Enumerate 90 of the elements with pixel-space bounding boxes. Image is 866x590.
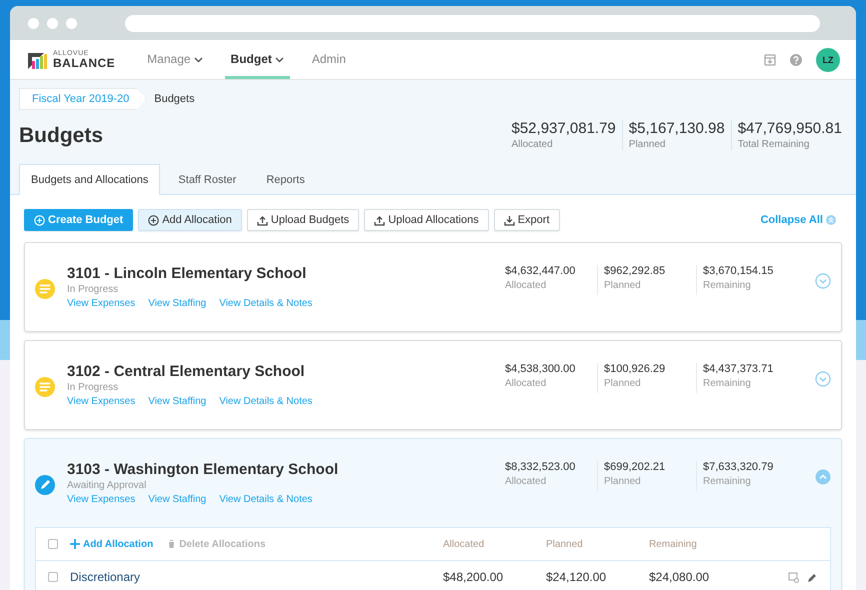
budget-status: In Progress (67, 382, 120, 393)
budget-amount-label: Allocated (505, 280, 548, 291)
add-icon (148, 214, 160, 226)
table-cell-text: $48,200.00 (443, 570, 504, 584)
toggle-button[interactable] (815, 371, 831, 387)
download-icon (504, 214, 515, 226)
total-label: Planned (628, 139, 666, 150)
collapse-all-link[interactable]: Collapse All (754, 213, 842, 227)
total-label: Allocated (512, 139, 554, 150)
address-bar[interactable] (125, 14, 820, 32)
collapse-icon (826, 215, 836, 225)
breadcrumb-current: Budgets (154, 93, 195, 105)
total-label: Total Remaining (738, 139, 810, 150)
total-amount: $47,769,950.81 (738, 120, 842, 137)
archive-icon (764, 54, 776, 66)
budget-amount: $8,332,523.00 (505, 461, 576, 473)
budget-amount-label: Planned (604, 476, 642, 487)
tab[interactable]: Staff Roster (166, 164, 248, 195)
row-checkbox[interactable] (48, 572, 58, 582)
status-icon (35, 279, 55, 299)
plus-icon (70, 539, 80, 549)
trash-icon (167, 539, 176, 549)
add-allocation-link[interactable]: Add Allocation (70, 538, 154, 550)
budget-amount-label: Remaining (703, 280, 752, 291)
budget-amount-label: Planned (604, 280, 642, 291)
budget-link[interactable]: View Expenses (67, 298, 136, 309)
budget-link[interactable]: View Details & Notes (219, 494, 312, 505)
nav-item[interactable]: Admin (306, 40, 352, 79)
window-dot-icon[interactable] (66, 18, 77, 28)
budget-link[interactable]: View Staffing (148, 494, 206, 505)
toggle-button[interactable] (815, 273, 831, 289)
budget-amount: $4,632,447.00 (505, 265, 576, 277)
column-header: Planned (546, 538, 584, 550)
chevron-down-icon (815, 273, 831, 289)
budget-amount-label: Remaining (703, 476, 752, 487)
budget-amount: $4,437,373.71 (703, 363, 774, 375)
select-all-checkbox[interactable] (48, 539, 58, 549)
total-amount: $52,937,081.79 (512, 120, 616, 137)
budget-amount-label: Planned (604, 378, 642, 389)
tab[interactable]: Reports (254, 164, 317, 195)
budget-link[interactable]: View Expenses (67, 494, 136, 505)
budget-status: In Progress (67, 284, 120, 295)
user-avatar[interactable]: LZ (816, 48, 840, 72)
tab[interactable]: Budgets and Allocations (19, 164, 160, 195)
budget-name: 3102 - Central Elementary School (67, 363, 306, 380)
budget-amount: $699,202.21 (604, 461, 666, 473)
page-title: Budgets (19, 124, 104, 148)
toolbar-button[interactable]: Create Budget (24, 209, 134, 231)
toolbar-button[interactable]: Export (494, 209, 560, 231)
budget-amount-label: Remaining (703, 378, 752, 389)
budget-link[interactable]: View Details & Notes (219, 396, 312, 407)
pencil-icon (807, 572, 818, 582)
add-icon (34, 214, 45, 226)
upload-icon (374, 214, 386, 226)
budget-amount-label: Allocated (505, 476, 548, 487)
budget-amount: $7,633,320.79 (703, 461, 774, 473)
budget-link[interactable]: View Details & Notes (219, 298, 312, 309)
toolbar-button[interactable]: Add Allocation (138, 209, 242, 231)
budget-amount: $4,538,300.00 (505, 363, 576, 375)
nav-item[interactable]: Manage (141, 40, 209, 79)
toggle-button[interactable] (815, 469, 831, 485)
window-dot-icon[interactable] (28, 18, 39, 28)
budget-amount: $100,926.29 (604, 363, 666, 375)
window-dot-icon[interactable] (47, 18, 58, 28)
budget-amount: $3,670,154.15 (703, 265, 774, 277)
column-header: Remaining (649, 538, 698, 550)
table-cell-text: $24,080.00 (649, 570, 710, 584)
budget-link[interactable]: View Staffing (148, 396, 206, 407)
budget-link[interactable]: View Staffing (148, 298, 206, 309)
toolbar-button[interactable]: Upload Allocations (364, 209, 489, 231)
budget-amount-label: Allocated (505, 378, 548, 389)
budget-status: Awaiting Approval (67, 480, 148, 491)
table-cell-text: $24,120.00 (546, 570, 608, 584)
budget-amount: $962,292.85 (604, 265, 666, 277)
document-icon (788, 572, 799, 582)
status-icon (35, 475, 55, 495)
help-icon (790, 54, 802, 66)
total-amount: $5,167,130.98 (628, 120, 725, 137)
budget-name: 3101 - Lincoln Elementary School (67, 265, 308, 282)
budget-link[interactable]: View Expenses (67, 396, 136, 407)
toolbar-button[interactable]: Upload Budgets (246, 209, 360, 231)
budget-name: 3103 - Washington Elementary School (67, 461, 340, 478)
upload-icon (256, 214, 268, 226)
chevron-down-icon (815, 371, 831, 387)
allocation-name[interactable]: Discretionary (70, 570, 443, 584)
chevron-up-icon (815, 469, 831, 485)
column-header: Allocated (443, 538, 486, 550)
logo-text: BALANCE (53, 57, 116, 69)
status-icon (35, 377, 55, 397)
breadcrumb-link[interactable]: Fiscal Year 2019-20 (19, 88, 146, 110)
